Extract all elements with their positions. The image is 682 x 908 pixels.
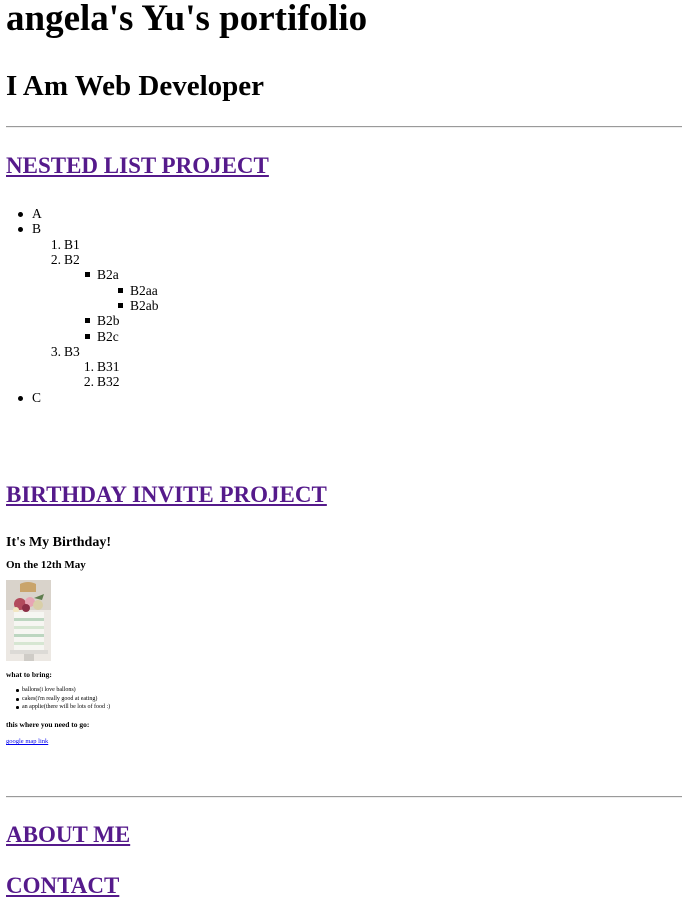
about-me-link[interactable]: ABOUT ME bbox=[6, 821, 130, 849]
list-item-b2ab: B2ab bbox=[118, 298, 159, 313]
list-item-b2b: B2b bbox=[85, 313, 120, 328]
list-number-1: 1. bbox=[83, 359, 94, 374]
page-subtitle: I Am Web Developer bbox=[6, 70, 265, 102]
list-item-b31: 1. B31 bbox=[84, 359, 120, 375]
birthday-invite-project-link[interactable]: BIRTHDAY INVITE PROJECT bbox=[6, 481, 327, 509]
list-number-1: 1. bbox=[50, 237, 61, 252]
birthday-title: It's My Birthday! bbox=[6, 535, 111, 550]
list-item-b32: 2. B32 bbox=[84, 374, 120, 390]
list-item-b2-label: B2 bbox=[64, 252, 80, 267]
bring-item: cakes(i'm really good at eating) bbox=[15, 696, 98, 702]
list-number-2: 2. bbox=[50, 252, 61, 267]
list-item-b: B bbox=[17, 221, 42, 236]
list-item-b2aa: B2aa bbox=[118, 283, 158, 298]
where-heading: this where you need to go: bbox=[6, 720, 90, 729]
bring-item: ballons(i love ballons) bbox=[16, 687, 76, 693]
bring-heading: what to bring: bbox=[6, 670, 52, 679]
list-item-b2c: B2c bbox=[85, 329, 119, 344]
list-number-3: 3. bbox=[50, 344, 61, 359]
page-title: angela's Yu's portifolio bbox=[6, 0, 368, 39]
list-item-c: C bbox=[17, 390, 42, 405]
birthday-date: On the 12th May bbox=[6, 559, 86, 571]
nested-list-project-link[interactable]: NESTED LIST PROJECT bbox=[6, 152, 269, 180]
divider-top bbox=[6, 126, 682, 128]
list-item-b3: 3. B3 bbox=[51, 344, 80, 360]
bring-item: an applie(there will be lots of food :) bbox=[15, 704, 111, 710]
list-item-b32-label: B32 bbox=[97, 374, 120, 389]
google-map-link[interactable]: google map link bbox=[6, 738, 48, 746]
birthday-cake-image bbox=[6, 580, 51, 661]
list-item-b3-label: B3 bbox=[64, 344, 80, 359]
list-item-a: A bbox=[18, 206, 42, 221]
list-item-b31-label: B31 bbox=[97, 359, 120, 374]
list-item-b1: 1. B1 bbox=[51, 237, 80, 253]
divider-bottom bbox=[6, 796, 682, 798]
list-item-b2a: B2a bbox=[85, 267, 119, 282]
contact-link[interactable]: CONTACT bbox=[6, 872, 119, 900]
list-item-b2: 2. B2 bbox=[51, 252, 80, 268]
list-item-b1-label: B1 bbox=[64, 237, 80, 252]
list-number-2: 2. bbox=[83, 374, 94, 389]
